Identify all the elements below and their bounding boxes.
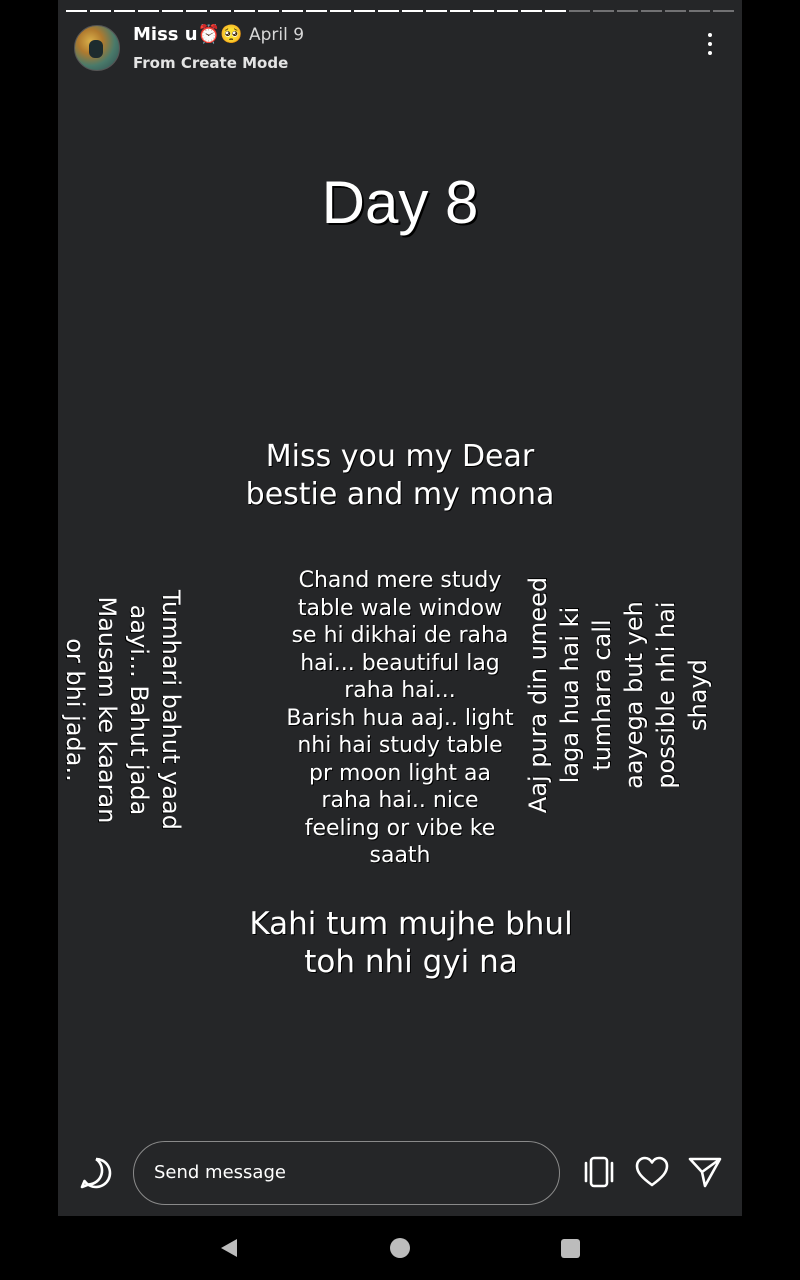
create-mode-label[interactable]: From Create Mode: [133, 54, 288, 72]
progress-segment: [305, 10, 327, 12]
center-line: Chand mere study: [298, 568, 502, 593]
center-line: pr moon light aa: [308, 760, 491, 786]
right-line: Aaj pura din umeed: [524, 576, 552, 814]
progress-segment: [641, 10, 663, 12]
progress-segment: [89, 10, 111, 12]
progress-segment: [66, 10, 87, 12]
bottom-line: Kahi tum mujhe bhul: [249, 906, 573, 942]
left-vertical-text: Tumhari bahut yaad aayi... Bahut jada Ma…: [59, 575, 187, 845]
heart-icon[interactable]: [633, 1153, 671, 1191]
story-progress-bar: [66, 10, 735, 12]
bottom-line: toh nhi gyi na: [304, 944, 518, 980]
center-paragraph: Chand mere study table wale window se hi…: [280, 567, 520, 870]
progress-segment: [689, 10, 711, 12]
progress-segment: [593, 10, 615, 12]
progress-segment: [713, 10, 735, 12]
progress-segment: [473, 10, 495, 12]
miss-line: bestie and my mona: [245, 477, 555, 512]
right-line: aayega but yeh: [620, 601, 648, 789]
left-line: Mausam ke kaaran: [93, 596, 121, 824]
send-message-placeholder: Send message: [154, 1162, 286, 1183]
progress-segment: [401, 10, 423, 12]
progress-segment: [233, 10, 255, 12]
miss-line: Miss you my Dear: [265, 439, 535, 474]
right-vertical-text: Aaj pura din umeed laga hua hai ki tumha…: [522, 575, 714, 815]
username[interactable]: Miss u⏰🥺: [133, 24, 242, 45]
repost-icon[interactable]: [580, 1153, 618, 1191]
send-icon[interactable]: [686, 1153, 724, 1191]
progress-segment: [113, 10, 135, 12]
progress-segment: [353, 10, 375, 12]
story-frame[interactable]: Miss u⏰🥺 April 9 From Create Mode Day 8 …: [58, 0, 742, 1216]
left-line: or bhi jada..: [61, 638, 89, 782]
center-line: raha hai...: [344, 678, 456, 703]
progress-segment: [521, 10, 543, 12]
center-line: nhi hai study table: [297, 733, 503, 758]
right-line: shayd: [684, 659, 712, 731]
progress-segment: [257, 10, 279, 12]
progress-segment: [209, 10, 231, 12]
progress-segment: [281, 10, 303, 12]
center-line: se hi dikhai de raha: [291, 623, 509, 648]
progress-segment: [185, 10, 207, 12]
center-line: saath: [369, 843, 431, 868]
center-line: table wale window: [297, 595, 503, 621]
center-line: hai... beautiful lag: [300, 650, 500, 676]
progress-segment: [377, 10, 399, 12]
progress-segment: [425, 10, 447, 12]
progress-segment: [497, 10, 519, 12]
reply-icon[interactable]: [78, 1155, 114, 1191]
miss-you-text: Miss you my Dear bestie and my mona: [58, 438, 742, 514]
send-message-input[interactable]: Send message: [133, 1141, 560, 1205]
right-line: tumhara call: [588, 619, 616, 771]
bottom-question-text: Kahi tum mujhe bhul toh nhi gyi na: [58, 905, 742, 981]
progress-segment: [137, 10, 159, 12]
right-line: laga hua hai ki: [556, 606, 584, 784]
progress-segment: [161, 10, 183, 12]
center-line: feeling or vibe ke: [304, 815, 496, 841]
progress-segment: [545, 10, 567, 12]
home-icon[interactable]: [390, 1238, 410, 1258]
progress-segment: [449, 10, 471, 12]
progress-segment: [329, 10, 351, 12]
right-line: possible nhi hai: [652, 601, 680, 789]
back-icon[interactable]: [218, 1237, 240, 1259]
post-date: April 9: [249, 25, 305, 45]
avatar[interactable]: [74, 25, 120, 71]
story-title: Day 8: [321, 169, 479, 236]
progress-segment: [665, 10, 687, 12]
center-line: raha hai.. nice: [321, 788, 479, 813]
progress-segment: [569, 10, 591, 12]
progress-segment: [617, 10, 639, 12]
more-options-icon[interactable]: [698, 30, 722, 60]
center-line: Barish hua aaj.. light: [286, 705, 514, 731]
recents-icon[interactable]: [561, 1239, 580, 1258]
left-line: Tumhari bahut yaad: [157, 590, 185, 830]
left-line: aayi... Bahut jada: [125, 604, 153, 816]
